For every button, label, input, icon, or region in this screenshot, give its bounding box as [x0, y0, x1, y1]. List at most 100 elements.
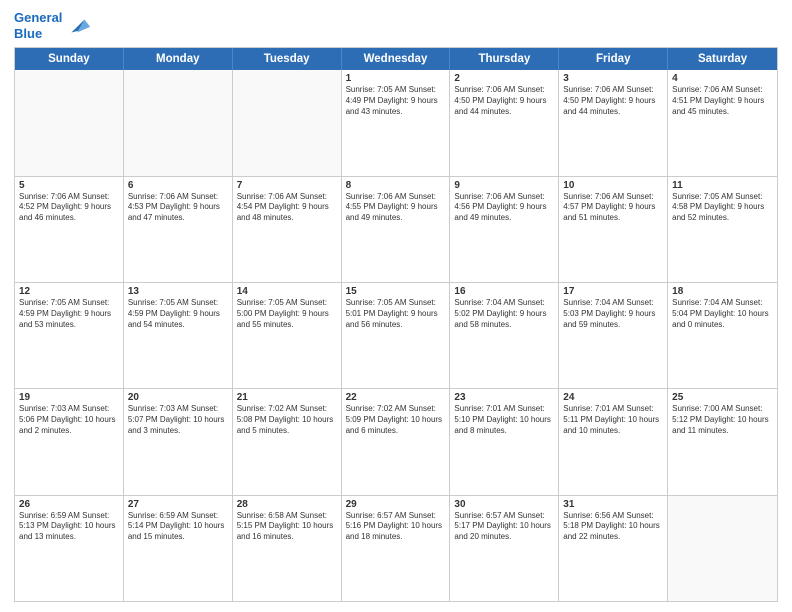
day-cell-25: 25Sunrise: 7:00 AM Sunset: 5:12 PM Dayli… [668, 389, 777, 494]
day-cell-29: 29Sunrise: 6:57 AM Sunset: 5:16 PM Dayli… [342, 496, 451, 601]
day-info: Sunrise: 7:06 AM Sunset: 4:50 PM Dayligh… [563, 85, 663, 117]
weekday-header-monday: Monday [124, 48, 233, 70]
page: General Blue SundayMondayTuesdayWednesda… [0, 0, 792, 612]
day-number: 4 [672, 73, 773, 84]
logo-general: General [14, 10, 62, 25]
day-cell-21: 21Sunrise: 7:02 AM Sunset: 5:08 PM Dayli… [233, 389, 342, 494]
day-cell-9: 9Sunrise: 7:06 AM Sunset: 4:56 PM Daylig… [450, 177, 559, 282]
weekday-header-saturday: Saturday [668, 48, 777, 70]
day-info: Sunrise: 7:06 AM Sunset: 4:57 PM Dayligh… [563, 192, 663, 224]
day-cell-empty-0-1 [124, 70, 233, 175]
day-number: 10 [563, 180, 663, 191]
day-cell-26: 26Sunrise: 6:59 AM Sunset: 5:13 PM Dayli… [15, 496, 124, 601]
day-cell-13: 13Sunrise: 7:05 AM Sunset: 4:59 PM Dayli… [124, 283, 233, 388]
week-row-5: 26Sunrise: 6:59 AM Sunset: 5:13 PM Dayli… [15, 496, 777, 601]
day-number: 25 [672, 392, 773, 403]
day-number: 16 [454, 286, 554, 297]
day-info: Sunrise: 7:06 AM Sunset: 4:55 PM Dayligh… [346, 192, 446, 224]
day-cell-1: 1Sunrise: 7:05 AM Sunset: 4:49 PM Daylig… [342, 70, 451, 175]
header: General Blue [14, 10, 778, 41]
day-cell-4: 4Sunrise: 7:06 AM Sunset: 4:51 PM Daylig… [668, 70, 777, 175]
day-info: Sunrise: 7:06 AM Sunset: 4:52 PM Dayligh… [19, 192, 119, 224]
day-cell-10: 10Sunrise: 7:06 AM Sunset: 4:57 PM Dayli… [559, 177, 668, 282]
day-number: 21 [237, 392, 337, 403]
calendar: SundayMondayTuesdayWednesdayThursdayFrid… [14, 47, 778, 602]
day-number: 26 [19, 499, 119, 510]
day-cell-11: 11Sunrise: 7:05 AM Sunset: 4:58 PM Dayli… [668, 177, 777, 282]
weekday-header-sunday: Sunday [15, 48, 124, 70]
day-info: Sunrise: 7:06 AM Sunset: 4:54 PM Dayligh… [237, 192, 337, 224]
day-info: Sunrise: 7:05 AM Sunset: 4:49 PM Dayligh… [346, 85, 446, 117]
day-info: Sunrise: 7:00 AM Sunset: 5:12 PM Dayligh… [672, 404, 773, 436]
day-cell-3: 3Sunrise: 7:06 AM Sunset: 4:50 PM Daylig… [559, 70, 668, 175]
day-info: Sunrise: 7:05 AM Sunset: 5:01 PM Dayligh… [346, 298, 446, 330]
day-number: 27 [128, 499, 228, 510]
day-cell-24: 24Sunrise: 7:01 AM Sunset: 5:11 PM Dayli… [559, 389, 668, 494]
day-cell-7: 7Sunrise: 7:06 AM Sunset: 4:54 PM Daylig… [233, 177, 342, 282]
day-info: Sunrise: 7:04 AM Sunset: 5:02 PM Dayligh… [454, 298, 554, 330]
weekday-header-tuesday: Tuesday [233, 48, 342, 70]
day-number: 2 [454, 73, 554, 84]
day-number: 3 [563, 73, 663, 84]
week-row-1: 1Sunrise: 7:05 AM Sunset: 4:49 PM Daylig… [15, 70, 777, 176]
day-info: Sunrise: 7:05 AM Sunset: 4:59 PM Dayligh… [128, 298, 228, 330]
calendar-body: 1Sunrise: 7:05 AM Sunset: 4:49 PM Daylig… [15, 70, 777, 601]
day-number: 11 [672, 180, 773, 191]
day-cell-31: 31Sunrise: 6:56 AM Sunset: 5:18 PM Dayli… [559, 496, 668, 601]
weekday-header-wednesday: Wednesday [342, 48, 451, 70]
day-cell-23: 23Sunrise: 7:01 AM Sunset: 5:10 PM Dayli… [450, 389, 559, 494]
day-number: 18 [672, 286, 773, 297]
weekday-header-friday: Friday [559, 48, 668, 70]
calendar-header-row: SundayMondayTuesdayWednesdayThursdayFrid… [15, 48, 777, 70]
day-number: 9 [454, 180, 554, 191]
week-row-3: 12Sunrise: 7:05 AM Sunset: 4:59 PM Dayli… [15, 283, 777, 389]
day-info: Sunrise: 7:05 AM Sunset: 4:59 PM Dayligh… [19, 298, 119, 330]
day-cell-18: 18Sunrise: 7:04 AM Sunset: 5:04 PM Dayli… [668, 283, 777, 388]
day-cell-empty-0-0 [15, 70, 124, 175]
day-cell-27: 27Sunrise: 6:59 AM Sunset: 5:14 PM Dayli… [124, 496, 233, 601]
day-number: 13 [128, 286, 228, 297]
day-cell-19: 19Sunrise: 7:03 AM Sunset: 5:06 PM Dayli… [15, 389, 124, 494]
day-info: Sunrise: 6:56 AM Sunset: 5:18 PM Dayligh… [563, 511, 663, 543]
day-cell-6: 6Sunrise: 7:06 AM Sunset: 4:53 PM Daylig… [124, 177, 233, 282]
day-info: Sunrise: 7:02 AM Sunset: 5:08 PM Dayligh… [237, 404, 337, 436]
day-cell-empty-0-2 [233, 70, 342, 175]
day-cell-28: 28Sunrise: 6:58 AM Sunset: 5:15 PM Dayli… [233, 496, 342, 601]
weekday-header-thursday: Thursday [450, 48, 559, 70]
day-number: 17 [563, 286, 663, 297]
day-number: 29 [346, 499, 446, 510]
day-info: Sunrise: 7:04 AM Sunset: 5:03 PM Dayligh… [563, 298, 663, 330]
week-row-2: 5Sunrise: 7:06 AM Sunset: 4:52 PM Daylig… [15, 177, 777, 283]
logo: General Blue [14, 10, 92, 41]
day-cell-17: 17Sunrise: 7:04 AM Sunset: 5:03 PM Dayli… [559, 283, 668, 388]
week-row-4: 19Sunrise: 7:03 AM Sunset: 5:06 PM Dayli… [15, 389, 777, 495]
day-info: Sunrise: 7:06 AM Sunset: 4:56 PM Dayligh… [454, 192, 554, 224]
day-info: Sunrise: 7:05 AM Sunset: 4:58 PM Dayligh… [672, 192, 773, 224]
day-number: 19 [19, 392, 119, 403]
day-info: Sunrise: 6:59 AM Sunset: 5:13 PM Dayligh… [19, 511, 119, 543]
day-info: Sunrise: 7:06 AM Sunset: 4:51 PM Dayligh… [672, 85, 773, 117]
day-number: 23 [454, 392, 554, 403]
logo-icon [64, 12, 92, 40]
day-cell-14: 14Sunrise: 7:05 AM Sunset: 5:00 PM Dayli… [233, 283, 342, 388]
day-number: 12 [19, 286, 119, 297]
day-cell-empty-4-6 [668, 496, 777, 601]
day-info: Sunrise: 6:58 AM Sunset: 5:15 PM Dayligh… [237, 511, 337, 543]
day-info: Sunrise: 7:01 AM Sunset: 5:10 PM Dayligh… [454, 404, 554, 436]
day-cell-20: 20Sunrise: 7:03 AM Sunset: 5:07 PM Dayli… [124, 389, 233, 494]
day-cell-8: 8Sunrise: 7:06 AM Sunset: 4:55 PM Daylig… [342, 177, 451, 282]
day-number: 22 [346, 392, 446, 403]
day-number: 24 [563, 392, 663, 403]
day-info: Sunrise: 7:03 AM Sunset: 5:06 PM Dayligh… [19, 404, 119, 436]
day-info: Sunrise: 7:02 AM Sunset: 5:09 PM Dayligh… [346, 404, 446, 436]
day-cell-15: 15Sunrise: 7:05 AM Sunset: 5:01 PM Dayli… [342, 283, 451, 388]
day-number: 15 [346, 286, 446, 297]
day-info: Sunrise: 6:57 AM Sunset: 5:16 PM Dayligh… [346, 511, 446, 543]
day-number: 14 [237, 286, 337, 297]
day-info: Sunrise: 6:57 AM Sunset: 5:17 PM Dayligh… [454, 511, 554, 543]
day-number: 1 [346, 73, 446, 84]
day-info: Sunrise: 7:03 AM Sunset: 5:07 PM Dayligh… [128, 404, 228, 436]
day-number: 28 [237, 499, 337, 510]
day-number: 20 [128, 392, 228, 403]
day-cell-16: 16Sunrise: 7:04 AM Sunset: 5:02 PM Dayli… [450, 283, 559, 388]
